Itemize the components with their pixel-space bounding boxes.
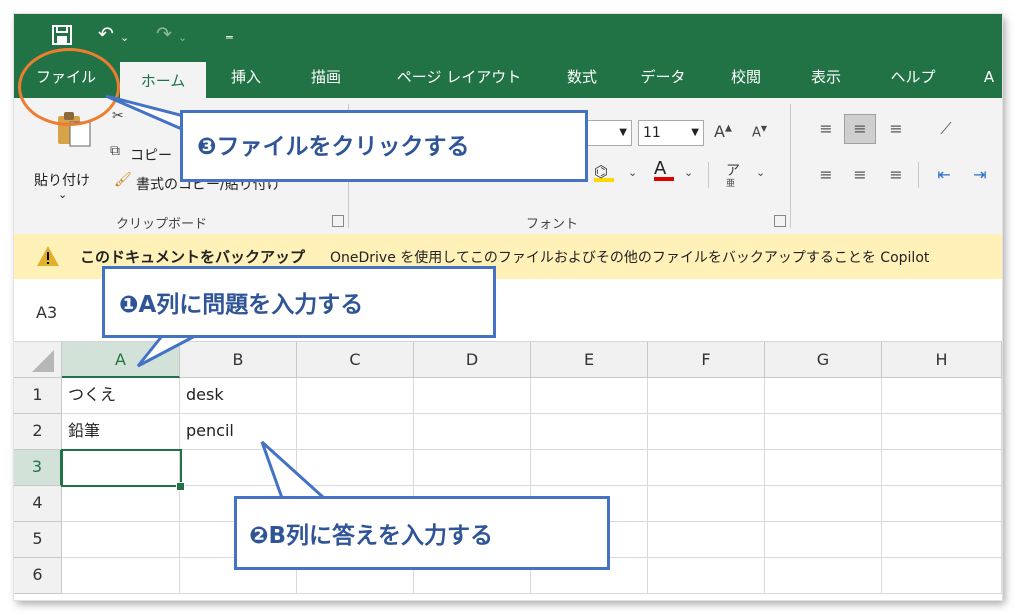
callout-step1: ❶A列に問題を入力する (102, 266, 496, 338)
callout-step3-text: ❸ファイルをクリックする (197, 134, 470, 160)
callout-step2: ❷B列に答えを入力する (234, 496, 610, 570)
excel-window: ↶ ⌄ ↷ ⌄ ═ ファイル ホーム 挿入 描画 ページ レイアウト 数式 デー… (14, 14, 1002, 600)
callout-step2-text: ❷B列に答えを入力する (249, 523, 494, 549)
callout-step3: ❸ファイルをクリックする (180, 110, 588, 182)
callout-step1-text: ❶A列に問題を入力する (119, 292, 364, 318)
